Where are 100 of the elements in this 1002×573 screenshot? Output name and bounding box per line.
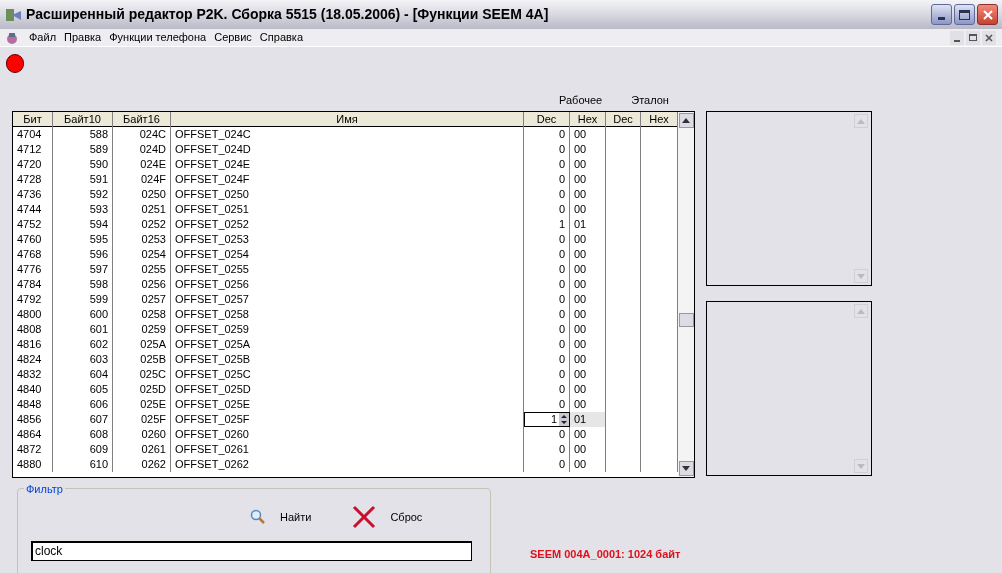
table-cell: 0258: [113, 307, 171, 322]
table-cell: 4824: [13, 352, 53, 367]
cross-icon: [351, 504, 378, 530]
minimize-button[interactable]: [950, 30, 964, 45]
close-button[interactable]: [977, 4, 998, 25]
table-cell: 4728: [13, 172, 53, 187]
table-cell: 0252: [113, 217, 171, 232]
table-cell: 604: [53, 367, 113, 382]
table-cell: 0256: [113, 277, 171, 292]
table-cell: 025A: [113, 337, 171, 352]
menu-item[interactable]: Правка: [60, 29, 106, 46]
column-header[interactable]: Бит: [13, 112, 53, 127]
table-cell: 0: [524, 322, 570, 337]
table-cell: 4840: [13, 382, 53, 397]
table-cell: 0: [524, 142, 570, 157]
table-cell: 00: [570, 427, 606, 442]
table-cell: OFFSET_0261: [171, 442, 524, 457]
table-cell: 00: [570, 157, 606, 172]
menu-item[interactable]: Сервис: [210, 29, 256, 46]
table-cell: 00: [570, 442, 606, 457]
table-cell: 01: [570, 217, 606, 232]
reset-button[interactable]: Сброс: [351, 503, 423, 531]
table-cell: 606: [53, 397, 113, 412]
table-cell: 024C: [113, 127, 171, 142]
table-cell: 0251: [113, 202, 171, 217]
table-cell: 4872: [13, 442, 53, 457]
table-cell: 4768: [13, 247, 53, 262]
menu-item[interactable]: Справка: [255, 29, 307, 46]
table-cell: 00: [570, 262, 606, 277]
column-header[interactable]: Байт10: [53, 112, 113, 127]
scroll-thumb[interactable]: [678, 313, 694, 327]
table-cell: OFFSET_024C: [171, 127, 524, 142]
table-cell: 600: [53, 307, 113, 322]
table-cell: 00: [570, 322, 606, 337]
caret-up-icon: [682, 118, 690, 123]
table-cell: OFFSET_0251: [171, 202, 524, 217]
close-button[interactable]: [982, 30, 996, 45]
table-cell: OFFSET_024E: [171, 157, 524, 172]
table-cell: 0: [524, 292, 570, 307]
table-cell: 00: [570, 187, 606, 202]
group-header: Рабочее: [559, 92, 603, 108]
table-cell: OFFSET_025A: [171, 337, 524, 352]
close-icon: [981, 8, 994, 21]
menu-item[interactable]: Функции телефона: [105, 29, 211, 46]
table-cell: 610: [53, 457, 113, 472]
table-cell: 0: [524, 277, 570, 292]
filter-field[interactable]: clock: [31, 541, 472, 561]
spinner-arrows-icon[interactable]: [559, 413, 569, 426]
table-cell: 025B: [113, 352, 171, 367]
table-cell: 0250: [113, 187, 171, 202]
table-cell: 4712: [13, 142, 53, 157]
table-cell: OFFSET_0255: [171, 262, 524, 277]
table-cell: OFFSET_0260: [171, 427, 524, 442]
scrollbar[interactable]: [678, 112, 694, 477]
table-cell: 602: [53, 337, 113, 352]
column-header[interactable]: Dec: [606, 112, 641, 127]
table-cell: 00: [570, 247, 606, 262]
table-cell: OFFSET_0258: [171, 307, 524, 322]
value-spinner[interactable]: 1: [524, 412, 570, 427]
table-cell: 0260: [113, 427, 171, 442]
table-cell: 589: [53, 142, 113, 157]
table-cell: 4808: [13, 322, 53, 337]
find-button[interactable]: Найти: [250, 505, 312, 529]
table-cell: 4848: [13, 397, 53, 412]
table-cell: 024D: [113, 142, 171, 157]
menu-item[interactable]: Файл: [25, 29, 61, 46]
table-cell: 025D: [113, 382, 171, 397]
record-indicator-icon[interactable]: [6, 53, 24, 73]
column-header[interactable]: Имя: [171, 112, 524, 127]
restore-button[interactable]: [966, 30, 980, 45]
group-header: Эталон: [631, 92, 669, 108]
table-cell: OFFSET_0259: [171, 322, 524, 337]
minimize-button[interactable]: [931, 4, 952, 25]
table-cell: OFFSET_0252: [171, 217, 524, 232]
column-header[interactable]: Hex: [570, 112, 606, 127]
table-cell: 0: [524, 307, 570, 322]
caret-up-icon: [857, 118, 865, 124]
table-cell: 0: [524, 232, 570, 247]
table-cell: 0: [524, 172, 570, 187]
table-cell: 4752: [13, 217, 53, 232]
table-cell: OFFSET_025E: [171, 397, 524, 412]
table-cell: 0: [524, 337, 570, 352]
table-cell: 00: [570, 232, 606, 247]
table-cell: 597: [53, 262, 113, 277]
table-cell: 592: [53, 187, 113, 202]
table-cell: 00: [570, 367, 606, 382]
column-header[interactable]: Dec: [524, 112, 570, 127]
table-cell: OFFSET_024F: [171, 172, 524, 187]
caret-up-icon: [857, 308, 865, 314]
table-cell: 4744: [13, 202, 53, 217]
maximize-button[interactable]: [954, 4, 975, 25]
column-header[interactable]: Байт16: [113, 112, 171, 127]
table-cell: OFFSET_0262: [171, 457, 524, 472]
scroll-down-button[interactable]: [678, 461, 694, 476]
table-cell: 0262: [113, 457, 171, 472]
table-cell: 0: [524, 442, 570, 457]
table-cell: OFFSET_025B: [171, 352, 524, 367]
table-cell: 591: [53, 172, 113, 187]
table-cell: 0: [524, 382, 570, 397]
scroll-up-button[interactable]: [678, 113, 694, 128]
